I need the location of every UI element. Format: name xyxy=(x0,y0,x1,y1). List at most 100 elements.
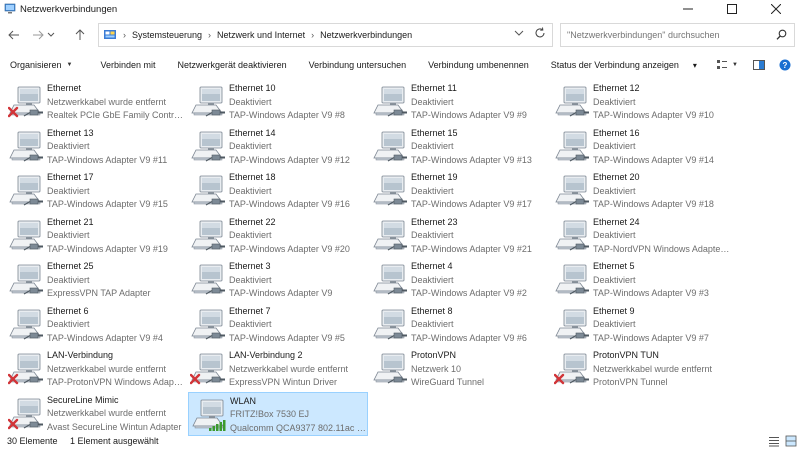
connect-to-button[interactable]: Verbinden mit xyxy=(82,54,165,76)
connection-item[interactable]: Ethernet 22 Deaktiviert TAP-Windows Adap… xyxy=(188,214,368,258)
up-button[interactable] xyxy=(68,23,92,47)
search-input[interactable] xyxy=(567,30,767,40)
connection-adapter: TAP-Windows Adapter V9 #17 xyxy=(411,199,532,209)
refresh-button[interactable] xyxy=(534,27,546,42)
connection-item[interactable]: Ethernet 3 Deaktiviert TAP-Windows Adapt… xyxy=(188,258,368,302)
connection-status: Deaktiviert xyxy=(229,141,272,151)
breadcrumb-separator[interactable]: › xyxy=(123,30,126,40)
breadcrumb-separator[interactable]: › xyxy=(311,30,314,40)
disable-device-button[interactable]: Netzwerkgerät deaktivieren xyxy=(166,54,297,76)
connection-status: Deaktiviert xyxy=(411,185,454,196)
connection-text: LAN-Verbindung 2 Netzwerkkabel wurde ent… xyxy=(229,349,367,390)
connection-item[interactable]: Ethernet 21 Deaktiviert TAP-Windows Adap… xyxy=(6,214,186,258)
view-status-button[interactable]: Status der Verbindung anzeigen xyxy=(539,54,689,76)
connection-item[interactable]: LAN-Verbindung 2 Netzwerkkabel wurde ent… xyxy=(188,347,368,391)
help-button[interactable]: ? xyxy=(779,56,791,74)
connection-name: ProtonVPN xyxy=(411,350,457,360)
search-button[interactable] xyxy=(776,29,787,42)
connection-adapter: TAP-Windows Adapter V9 #12 xyxy=(229,154,350,165)
connection-text: Ethernet 11 Deaktiviert TAP-Windows Adap… xyxy=(411,82,549,123)
connection-item[interactable]: Ethernet 5 Deaktiviert TAP-Windows Adapt… xyxy=(552,258,732,302)
ethernet-adapter-icon xyxy=(555,131,589,162)
connection-item[interactable]: Ethernet 6 Deaktiviert TAP-Windows Adapt… xyxy=(6,303,186,347)
connection-item[interactable]: Ethernet 7 Deaktiviert TAP-Windows Adapt… xyxy=(188,303,368,347)
breadcrumb-systemsteuerung[interactable]: Systemsteuerung xyxy=(132,30,202,40)
connection-name: Ethernet 8 xyxy=(411,305,453,316)
connection-item[interactable]: Ethernet 10 Deaktiviert TAP-Windows Adap… xyxy=(188,80,368,124)
connection-item[interactable]: Ethernet 8 Deaktiviert TAP-Windows Adapt… xyxy=(370,303,550,347)
connection-item[interactable]: Ethernet 18 Deaktiviert TAP-Windows Adap… xyxy=(188,169,368,213)
connection-item[interactable]: Ethernet 9 Deaktiviert TAP-Windows Adapt… xyxy=(552,303,732,347)
breadcrumb-netzwerkverbindungen[interactable]: Netzwerkverbindungen xyxy=(320,30,412,40)
connection-text: Ethernet 7 Deaktiviert TAP-Windows Adapt… xyxy=(229,305,367,346)
breadcrumb-netzwerk-und-internet[interactable]: Netzwerk und Internet xyxy=(217,30,305,40)
connection-text: LAN-Verbindung Netzwerkkabel wurde entfe… xyxy=(47,349,185,390)
connection-adapter: TAP-Windows Adapter V9 #14 xyxy=(593,154,714,165)
connection-adapter: TAP-NordVPN Windows Adapter ... xyxy=(593,243,731,254)
change-view-button[interactable]: ▼ xyxy=(716,56,738,74)
connection-item[interactable]: Ethernet 24 Deaktiviert TAP-NordVPN Wind… xyxy=(552,214,732,258)
tiles-view-button[interactable] xyxy=(785,435,797,447)
connection-name: Ethernet 9 xyxy=(593,305,635,316)
ethernet-adapter-icon xyxy=(9,309,43,340)
view-options-icon xyxy=(717,60,727,69)
connection-item[interactable]: Ethernet 17 Deaktiviert TAP-Windows Adap… xyxy=(6,169,186,213)
more-commands-button[interactable]: ▾ xyxy=(689,54,707,76)
maximize-button[interactable] xyxy=(710,0,754,18)
diagnose-connection-button[interactable]: Verbindung untersuchen xyxy=(297,54,417,76)
connection-name: Ethernet 23 xyxy=(411,216,458,227)
connection-item[interactable]: Ethernet 4 Deaktiviert TAP-Windows Adapt… xyxy=(370,258,550,302)
connection-status: Netzwerkkabel wurde entfernt xyxy=(47,363,167,374)
connection-adapter: TAP-Windows Adapter V9 #15 xyxy=(47,199,168,209)
ethernet-adapter-icon xyxy=(9,175,43,206)
connection-adapter: TAP-ProtonVPN Windows Adapte... xyxy=(47,377,185,387)
connection-item[interactable]: ProtonVPN Netzwerk 10 WireGuard Tunnel xyxy=(370,347,550,391)
connection-item[interactable]: Ethernet 14 Deaktiviert TAP-Windows Adap… xyxy=(188,125,368,169)
connection-item[interactable]: Ethernet 20 Deaktiviert TAP-Windows Adap… xyxy=(552,169,732,213)
connection-adapter: TAP-Windows Adapter V9 #7 xyxy=(593,332,709,343)
connection-name: Ethernet 22 xyxy=(229,216,276,227)
ethernet-adapter-icon xyxy=(555,309,589,340)
rename-connection-button[interactable]: Verbindung umbenennen xyxy=(416,54,539,76)
connection-item[interactable]: Ethernet 13 Deaktiviert TAP-Windows Adap… xyxy=(6,125,186,169)
chevron-down-icon: ▾ xyxy=(692,60,697,70)
search-box[interactable] xyxy=(560,23,795,47)
connection-item[interactable]: LAN-Verbindung Netzwerkkabel wurde entfe… xyxy=(6,347,186,391)
help-icon: ? xyxy=(779,59,791,71)
back-button[interactable] xyxy=(2,23,26,47)
connection-status: Deaktiviert xyxy=(47,141,90,151)
wifi-adapter-icon xyxy=(192,399,226,431)
connection-status: Deaktiviert xyxy=(229,319,272,329)
connection-item[interactable]: Ethernet 19 Deaktiviert TAP-Windows Adap… xyxy=(370,169,550,213)
address-history-dropdown[interactable] xyxy=(514,29,524,39)
organize-menu-button[interactable]: Organisieren ▼ xyxy=(0,54,82,76)
details-view-button[interactable] xyxy=(768,435,780,447)
connection-item[interactable]: ProtonVPN TUN Netzwerkkabel wurde entfer… xyxy=(552,347,732,391)
address-bar[interactable]: › Systemsteuerung › Netzwerk und Interne… xyxy=(98,23,553,47)
connection-item[interactable]: SecureLine Mimic Netzwerkkabel wurde ent… xyxy=(6,392,186,436)
connection-item[interactable]: Ethernet 23 Deaktiviert TAP-Windows Adap… xyxy=(370,214,550,258)
connection-item[interactable]: Ethernet 16 Deaktiviert TAP-Windows Adap… xyxy=(552,125,732,169)
connection-item[interactable]: WLAN FRITZ!Box 7530 EJ Qualcomm QCA9377 … xyxy=(188,391,368,436)
connection-text: ProtonVPN Netzwerk 10 WireGuard Tunnel xyxy=(411,349,549,390)
recent-locations-button[interactable] xyxy=(44,23,58,47)
connection-status: Deaktiviert xyxy=(411,274,454,285)
connection-item[interactable]: Ethernet Netzwerkkabel wurde entfernt Re… xyxy=(6,80,186,124)
breadcrumb-separator[interactable]: › xyxy=(208,30,211,40)
connection-adapter: WireGuard Tunnel xyxy=(411,377,485,387)
close-button[interactable] xyxy=(754,0,798,18)
connection-item[interactable]: Ethernet 15 Deaktiviert TAP-Windows Adap… xyxy=(370,125,550,169)
connection-item[interactable]: Ethernet 25 Deaktiviert ExpressVPN TAP A… xyxy=(6,258,186,302)
ethernet-adapter-icon xyxy=(9,131,43,162)
connection-name: Ethernet 7 xyxy=(229,305,271,316)
ethernet-adapter-icon xyxy=(191,309,225,340)
preview-pane-button[interactable] xyxy=(753,56,765,74)
minimize-icon xyxy=(683,8,693,10)
connection-text: Ethernet 17 Deaktiviert TAP-Windows Adap… xyxy=(47,171,185,212)
connection-item[interactable]: Ethernet 11 Deaktiviert TAP-Windows Adap… xyxy=(370,80,550,124)
connection-item[interactable]: Ethernet 12 Deaktiviert TAP-Windows Adap… xyxy=(552,80,732,124)
minimize-button[interactable] xyxy=(666,0,710,18)
ethernet-adapter-icon xyxy=(191,175,225,206)
connection-adapter: TAP-Windows Adapter V9 #18 xyxy=(593,199,714,209)
connection-text: Ethernet 5 Deaktiviert TAP-Windows Adapt… xyxy=(593,260,731,301)
